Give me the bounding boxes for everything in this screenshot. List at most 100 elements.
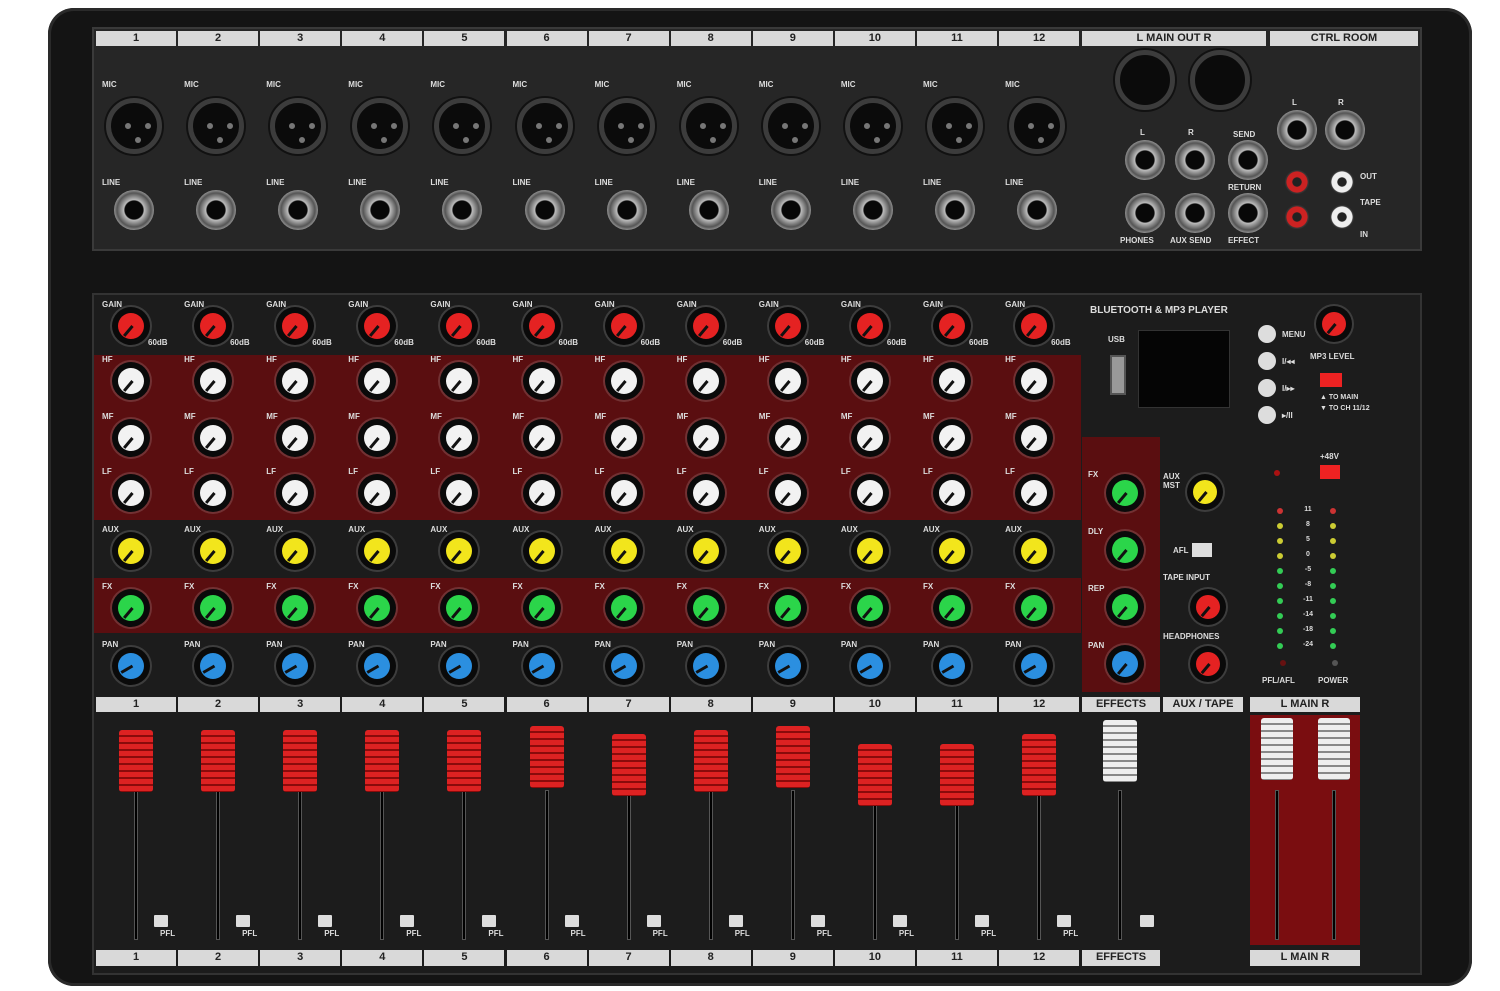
pfl-button-5[interactable]	[482, 915, 497, 927]
fader-cap-3[interactable]	[283, 730, 318, 792]
lf-knob-6[interactable]	[528, 480, 555, 506]
pan-knob-10[interactable]	[856, 653, 883, 679]
pfl-button-7[interactable]	[646, 915, 661, 927]
pfl-button-10[interactable]	[892, 915, 907, 927]
mf-knob-3[interactable]	[282, 425, 309, 451]
line-input-8[interactable]	[688, 190, 729, 230]
xlr-input-10[interactable]	[844, 98, 901, 154]
fader-cap-5[interactable]	[447, 730, 482, 792]
effects-knob-dly[interactable]	[1112, 537, 1138, 563]
phones-jack[interactable]	[1125, 193, 1165, 233]
hf-knob-11[interactable]	[939, 368, 965, 394]
main-out-jack-r[interactable]	[1175, 140, 1215, 180]
fader-cap-1[interactable]	[119, 730, 153, 792]
pfl-button-3[interactable]	[318, 915, 333, 927]
fader-cap-6[interactable]	[529, 726, 564, 788]
afl-button[interactable]	[1192, 543, 1212, 557]
xlr-input-4[interactable]	[352, 98, 409, 154]
xlr-input-7[interactable]	[598, 98, 655, 154]
main-fader-cap-l[interactable]	[1261, 718, 1293, 780]
lf-knob-10[interactable]	[856, 480, 883, 506]
line-input-9[interactable]	[770, 190, 811, 230]
aux-knob-10[interactable]	[856, 538, 883, 564]
ctrl-room-jack-l[interactable]	[1277, 110, 1317, 150]
lf-knob-12[interactable]	[1021, 480, 1048, 506]
mf-knob-11[interactable]	[939, 425, 965, 451]
aux-knob-7[interactable]	[610, 538, 637, 564]
fader-cap-9[interactable]	[775, 726, 810, 788]
gain-knob-7[interactable]	[610, 313, 637, 339]
mp3-button-2[interactable]	[1258, 379, 1276, 397]
hf-knob-9[interactable]	[774, 368, 801, 394]
xlr-input-9[interactable]	[762, 98, 819, 154]
pan-knob-2[interactable]	[200, 653, 227, 679]
tape-rca-0[interactable]	[1285, 170, 1309, 194]
aux-knob-2[interactable]	[200, 538, 227, 564]
gain-knob-6[interactable]	[528, 313, 555, 339]
main-out-xlr-r[interactable]	[1190, 50, 1250, 110]
gain-knob-2[interactable]	[200, 313, 227, 339]
tape-rca-2[interactable]	[1285, 205, 1309, 229]
pan-knob-1[interactable]	[118, 653, 144, 679]
hf-knob-1[interactable]	[118, 368, 144, 394]
xlr-input-3[interactable]	[270, 98, 327, 154]
fader-cap-7[interactable]	[611, 734, 646, 796]
mf-knob-7[interactable]	[610, 425, 637, 451]
aux-knob-3[interactable]	[282, 538, 309, 564]
mf-knob-9[interactable]	[774, 425, 801, 451]
main-out-xlr-l[interactable]	[1115, 50, 1175, 110]
line-input-3[interactable]	[278, 190, 319, 230]
lf-knob-11[interactable]	[939, 480, 965, 506]
line-input-11[interactable]	[935, 190, 975, 230]
pfl-button-11[interactable]	[975, 915, 989, 927]
pan-knob-9[interactable]	[774, 653, 801, 679]
fx-knob-11[interactable]	[939, 595, 965, 621]
fader-cap-11[interactable]	[940, 744, 974, 806]
effects-knob-rep[interactable]	[1112, 594, 1138, 620]
mf-knob-2[interactable]	[200, 425, 227, 451]
headphones-knob[interactable]	[1196, 652, 1220, 676]
xlr-input-1[interactable]	[106, 98, 162, 154]
aux-knob-8[interactable]	[692, 538, 719, 564]
line-input-12[interactable]	[1017, 190, 1058, 230]
hf-knob-10[interactable]	[856, 368, 883, 394]
pan-knob-12[interactable]	[1021, 653, 1048, 679]
pan-knob-8[interactable]	[692, 653, 719, 679]
fx-knob-1[interactable]	[118, 595, 144, 621]
xlr-input-11[interactable]	[927, 98, 983, 154]
fx-knob-3[interactable]	[282, 595, 309, 621]
hf-knob-2[interactable]	[200, 368, 227, 394]
lf-knob-2[interactable]	[200, 480, 227, 506]
fx-knob-12[interactable]	[1021, 595, 1048, 621]
aux-knob-1[interactable]	[118, 538, 144, 564]
main-out-jack-l[interactable]	[1125, 140, 1165, 180]
gain-knob-3[interactable]	[282, 313, 309, 339]
xlr-input-6[interactable]	[516, 98, 573, 154]
aux-master-knob[interactable]	[1193, 480, 1217, 504]
mp3-button-3[interactable]	[1258, 406, 1276, 424]
hf-knob-12[interactable]	[1021, 368, 1048, 394]
pan-knob-6[interactable]	[528, 653, 555, 679]
fader-cap-2[interactable]	[201, 730, 236, 792]
fader-cap-12[interactable]	[1022, 734, 1057, 796]
effect-return-jack[interactable]	[1228, 193, 1268, 233]
pan-knob-11[interactable]	[939, 653, 965, 679]
lf-knob-3[interactable]	[282, 480, 309, 506]
fx-knob-2[interactable]	[200, 595, 227, 621]
xlr-input-12[interactable]	[1009, 98, 1066, 154]
ctrl-room-jack-r[interactable]	[1325, 110, 1365, 150]
fx-knob-9[interactable]	[774, 595, 801, 621]
mp3-level-knob[interactable]	[1322, 312, 1346, 336]
pan-knob-7[interactable]	[610, 653, 637, 679]
lf-knob-9[interactable]	[774, 480, 801, 506]
line-input-7[interactable]	[606, 190, 647, 230]
lf-knob-8[interactable]	[692, 480, 719, 506]
fx-knob-6[interactable]	[528, 595, 555, 621]
fx-knob-10[interactable]	[856, 595, 883, 621]
tape-rca-3[interactable]	[1330, 205, 1354, 229]
mf-knob-8[interactable]	[692, 425, 719, 451]
fader-cap-4[interactable]	[365, 730, 400, 792]
aux-knob-12[interactable]	[1021, 538, 1048, 564]
fader-cap-10[interactable]	[857, 744, 892, 806]
mp3-route-switch[interactable]	[1320, 373, 1342, 387]
